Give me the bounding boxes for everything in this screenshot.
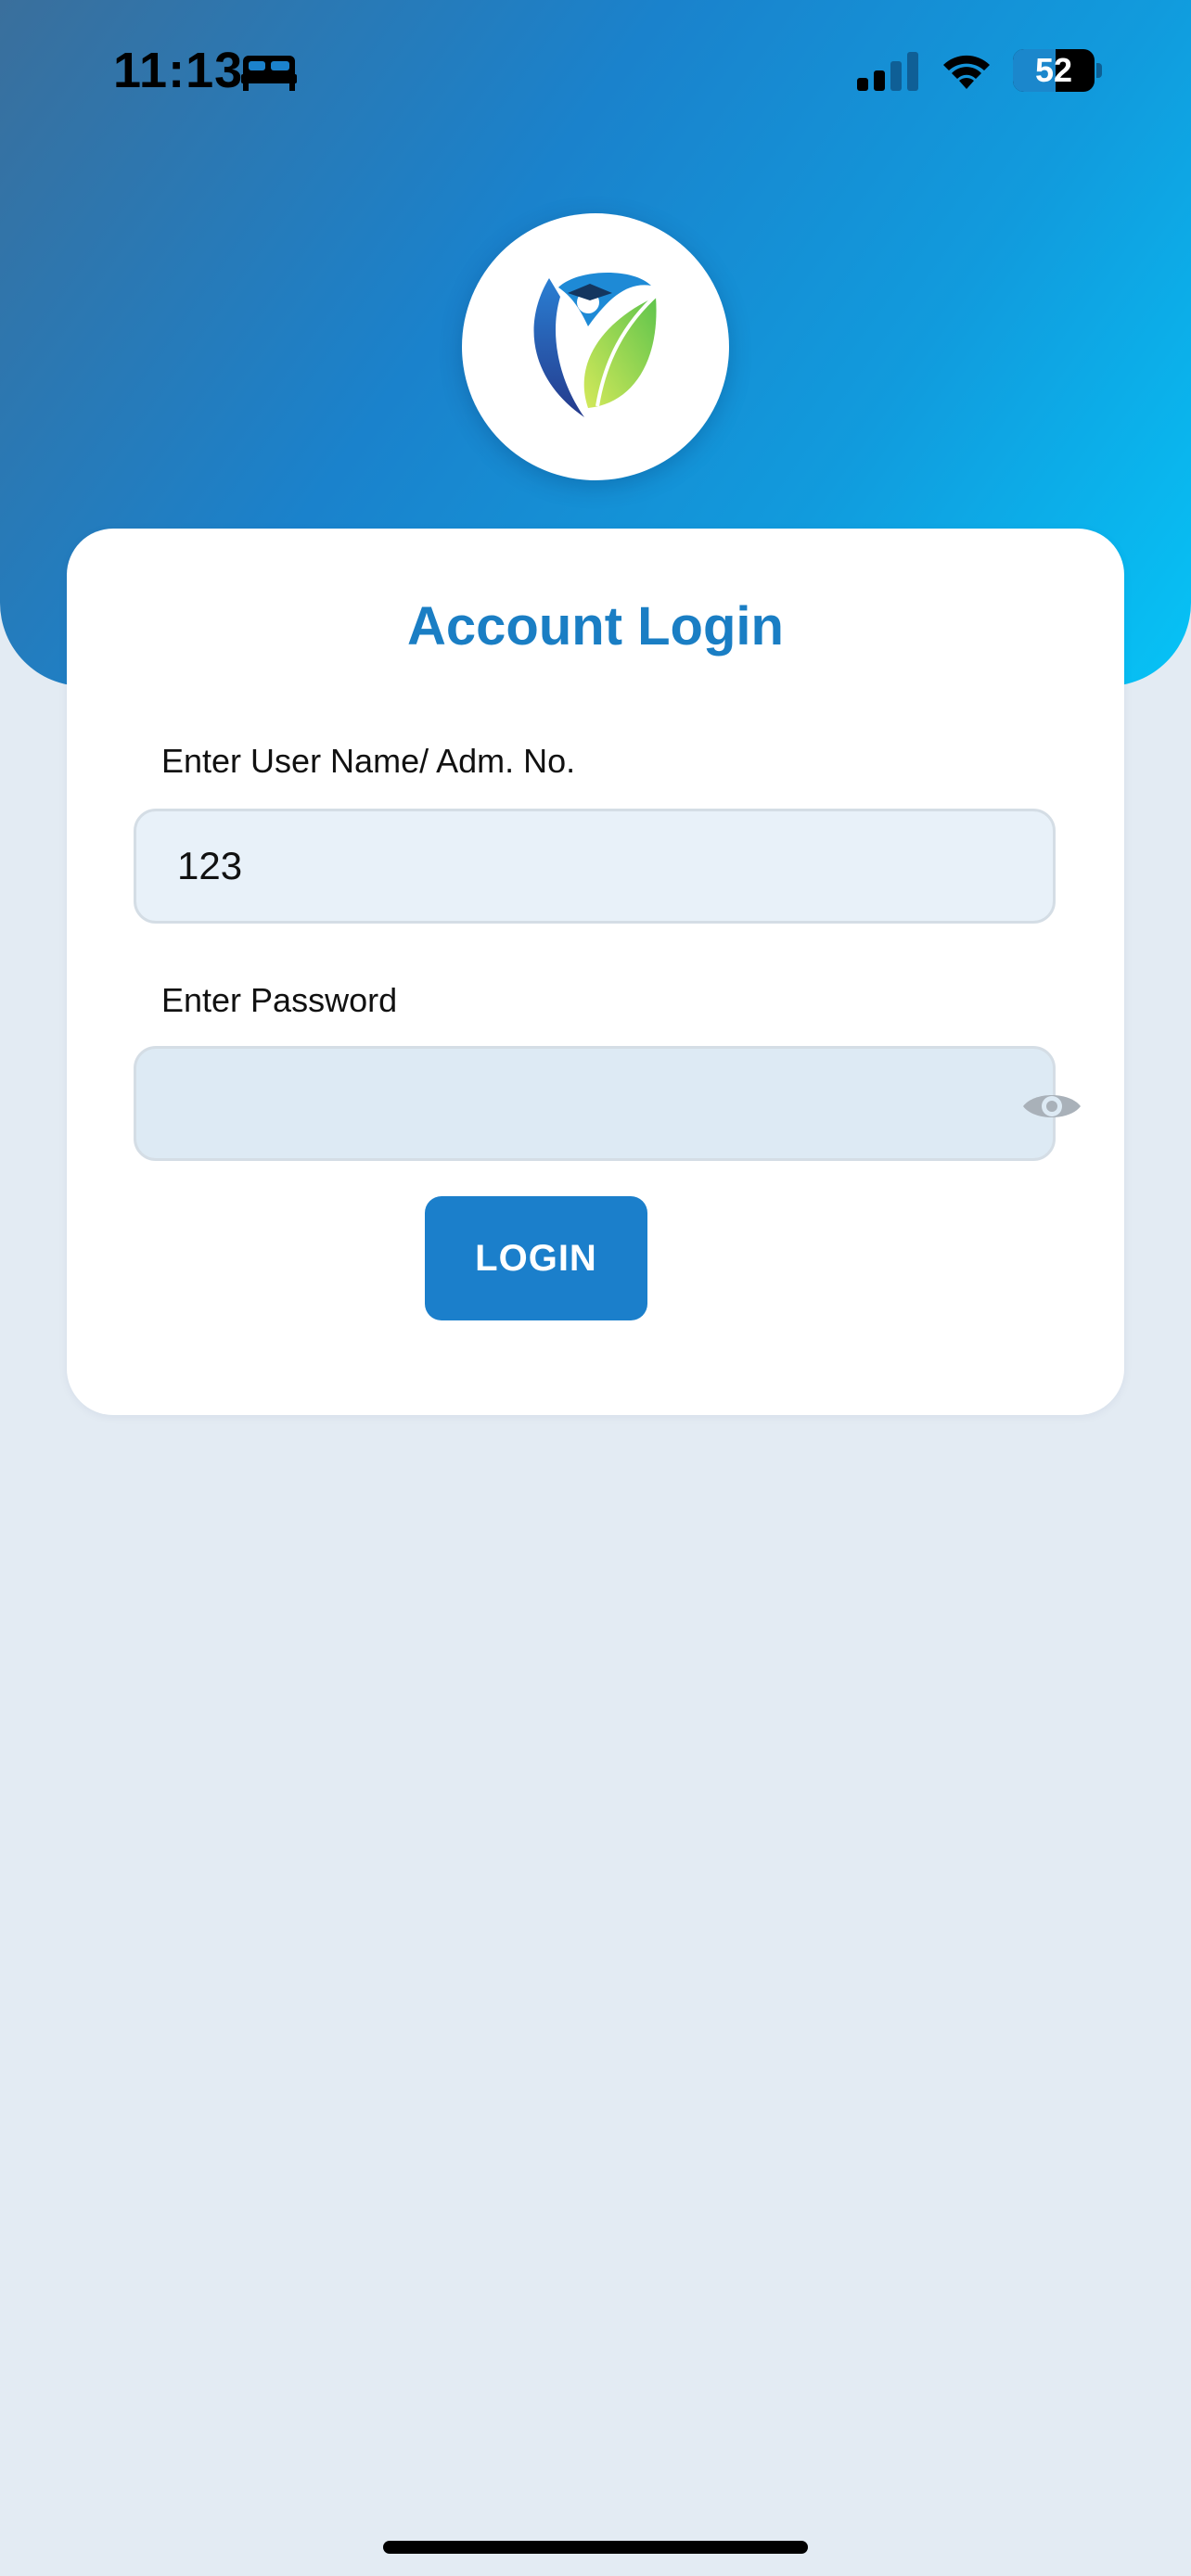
battery-indicator: 52	[1013, 49, 1095, 92]
eye-icon[interactable]	[1021, 1088, 1082, 1125]
password-label: Enter Password	[161, 981, 398, 1019]
login-button[interactable]: LOGIN	[425, 1196, 647, 1320]
battery-tip	[1096, 63, 1102, 78]
home-indicator[interactable]	[383, 2541, 808, 2554]
bed-icon	[241, 56, 297, 91]
wifi-icon	[943, 55, 990, 89]
cellular-signal-icon	[857, 52, 918, 91]
username-input[interactable]: 123	[134, 809, 1056, 924]
school-leaf-logo-icon	[533, 272, 660, 417]
battery-level: 52	[1034, 51, 1073, 89]
username-label: Enter User Name/ Adm. No.	[161, 742, 576, 780]
login-card: Account Login Enter User Name/ Adm. No. …	[67, 529, 1124, 1415]
app-logo	[462, 213, 729, 480]
password-input[interactable]	[134, 1046, 1081, 1161]
username-value: 123	[177, 844, 243, 887]
card-title: Account Login	[407, 596, 784, 657]
status-time: 11:13	[113, 43, 244, 98]
